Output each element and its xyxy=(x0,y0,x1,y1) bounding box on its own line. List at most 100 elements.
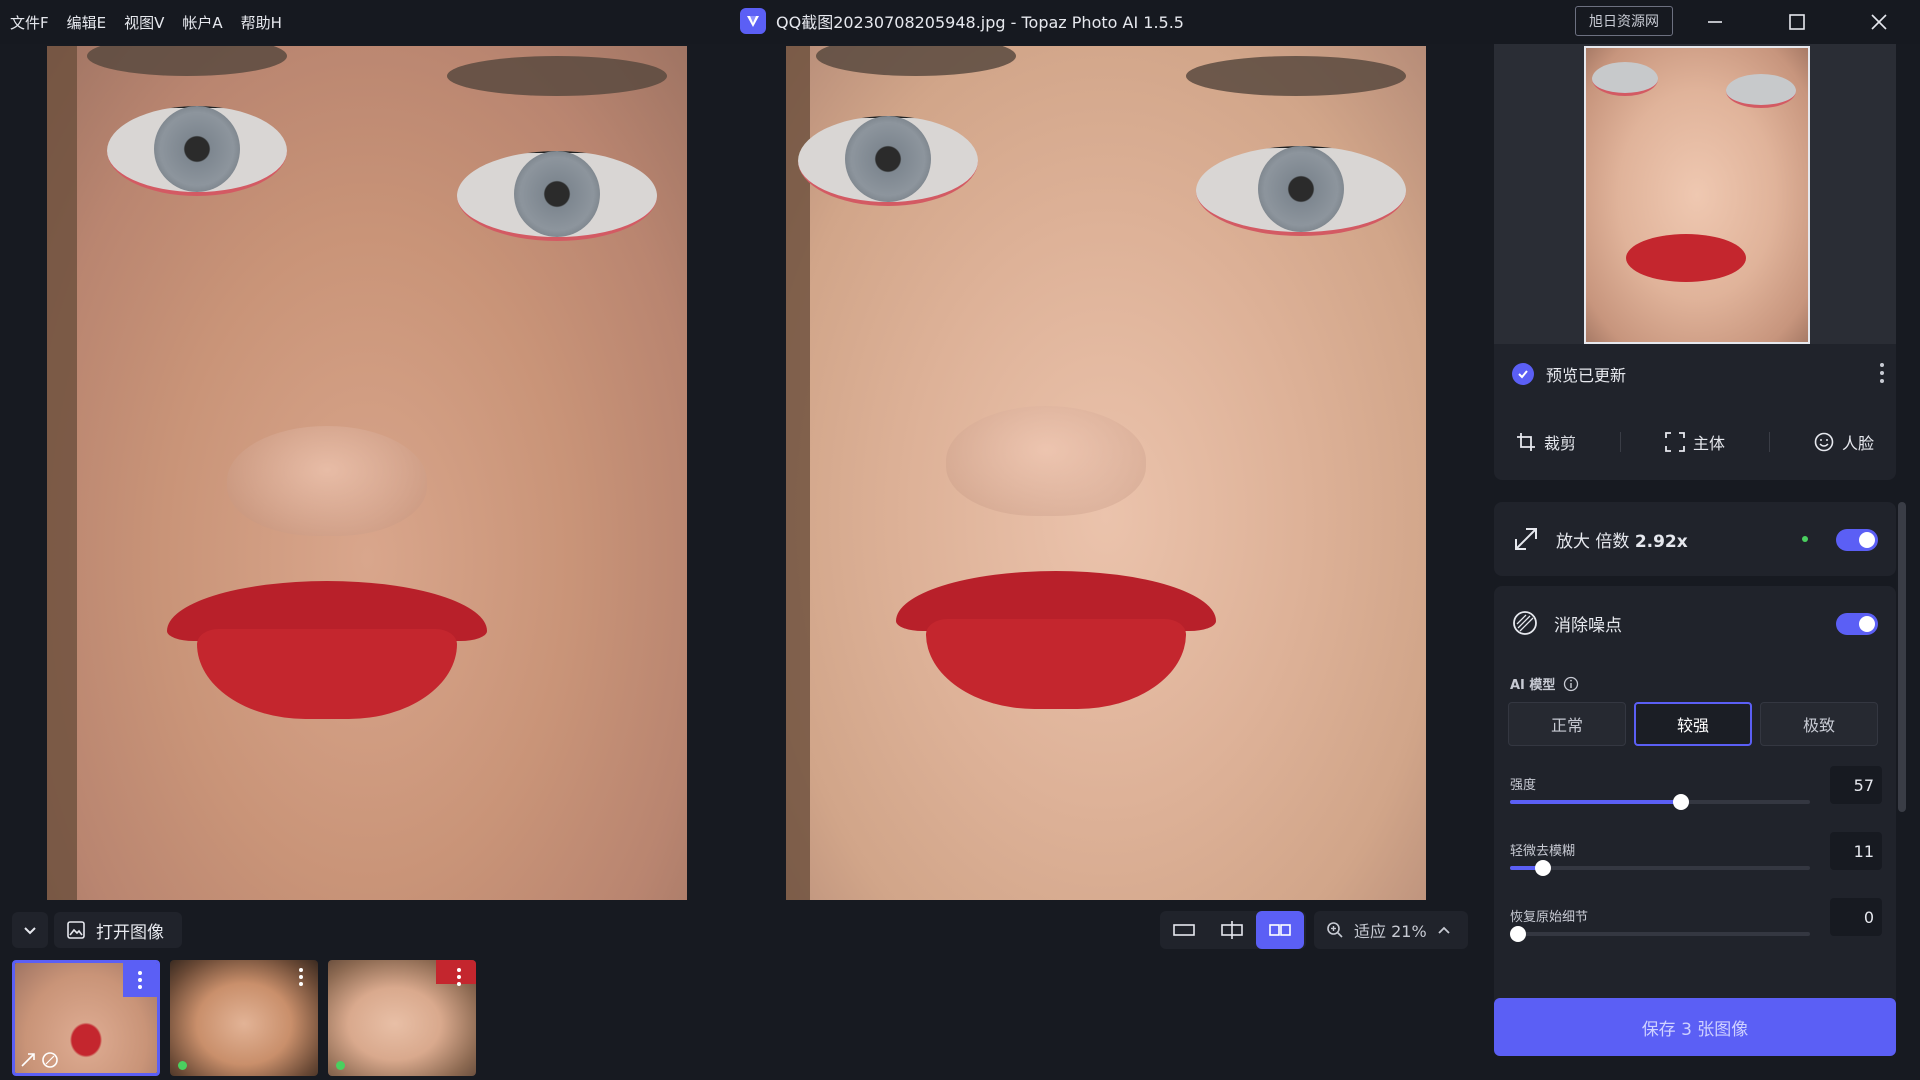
sidebar: 预览已更新 裁剪 主体 人脸 放大 倍数 2.92x 消除噪点 AI 模型 正常… xyxy=(1494,44,1896,1080)
more-vert-icon xyxy=(299,968,303,986)
deblur-slider[interactable] xyxy=(1510,860,1810,876)
save-images-button[interactable]: 保存 3 张图像 xyxy=(1494,998,1896,1056)
denoise-header[interactable]: 消除噪点 xyxy=(1494,586,1896,660)
preview-menu-button[interactable] xyxy=(1880,362,1884,388)
minimize-button[interactable] xyxy=(1674,0,1756,44)
thumbnail-item[interactable] xyxy=(170,960,318,1076)
subject-label: 主体 xyxy=(1692,434,1725,453)
zoom-label: 适应 21% xyxy=(1354,922,1427,941)
sidebar-scrollbar[interactable] xyxy=(1898,502,1906,812)
strength-slider-knob[interactable] xyxy=(1673,794,1689,810)
title-bar: 文件F 编辑E 视图V 帐户A 帮助H QQ截图20230708205948.j… xyxy=(0,0,1920,44)
ai-model-group: 正常 较强 极致 xyxy=(1508,702,1878,746)
status-dot xyxy=(336,1061,345,1070)
status-dot xyxy=(178,1061,187,1070)
menu-edit[interactable]: 编辑E xyxy=(67,12,106,33)
subject-icon xyxy=(1665,432,1685,452)
upscale-toggle[interactable] xyxy=(1836,529,1878,551)
thumbnail-menu-button[interactable] xyxy=(123,963,157,997)
denoise-icon xyxy=(42,1052,58,1068)
crop-label: 裁剪 xyxy=(1543,434,1576,453)
subject-button[interactable]: 主体 xyxy=(1665,430,1725,454)
menu-help[interactable]: 帮助H xyxy=(241,12,282,33)
menu-account[interactable]: 帐户A xyxy=(182,12,222,33)
denoise-label: 消除噪点 xyxy=(1554,615,1622,636)
upscale-value: 2.92x xyxy=(1634,531,1688,552)
strength-label: 强度 xyxy=(1510,778,1537,793)
close-button[interactable] xyxy=(1838,0,1920,44)
more-vert-icon xyxy=(457,968,461,986)
chevron-down-icon xyxy=(24,927,36,935)
more-vert-icon xyxy=(138,971,142,989)
upscale-icon xyxy=(21,1053,35,1067)
deblur-slider-knob[interactable] xyxy=(1535,860,1551,876)
watermark-badge: 旭日资源网 xyxy=(1575,6,1673,36)
crop-icon xyxy=(1516,433,1535,451)
more-vert-icon xyxy=(1880,363,1884,383)
collapse-thumbnails-button[interactable] xyxy=(12,912,48,948)
menu-view[interactable]: 视图V xyxy=(124,12,164,33)
info-icon[interactable] xyxy=(1563,676,1579,692)
face-label: 人脸 xyxy=(1841,434,1874,453)
denoise-card: 消除噪点 AI 模型 正常 较强 极致 强度 57 轻微去模糊 11 恢复原始细… xyxy=(1494,586,1896,1006)
menu-bar: 文件F 编辑E 视图V 帐户A 帮助H xyxy=(0,12,282,33)
window-title: QQ截图20230708205948.jpg - Topaz Photo AI … xyxy=(740,8,1184,34)
view-mode-group xyxy=(1160,911,1306,949)
model-strong-button[interactable]: 较强 xyxy=(1634,702,1752,746)
crop-button[interactable]: 裁剪 xyxy=(1516,430,1576,454)
strength-slider[interactable] xyxy=(1510,794,1810,810)
preview-status-row: 预览已更新 xyxy=(1494,344,1896,404)
single-view-icon xyxy=(1173,924,1195,936)
maximize-button[interactable] xyxy=(1756,0,1838,44)
thumbnail-item[interactable] xyxy=(12,960,160,1076)
deblur-slider-row: 轻微去模糊 11 xyxy=(1510,832,1882,894)
face-icon xyxy=(1814,432,1834,452)
side-by-side-icon xyxy=(1269,924,1291,936)
face-button[interactable]: 人脸 xyxy=(1814,430,1874,454)
split-view-button[interactable] xyxy=(1208,911,1256,949)
detail-slider[interactable] xyxy=(1510,926,1810,942)
app-logo-icon xyxy=(740,8,766,34)
upscale-card[interactable]: 放大 倍数 2.92x xyxy=(1494,502,1896,576)
enhanced-image[interactable] xyxy=(786,46,1426,900)
status-dot xyxy=(1802,536,1808,542)
minimize-icon xyxy=(1708,21,1722,23)
detail-slider-knob[interactable] xyxy=(1510,926,1526,942)
deblur-label: 轻微去模糊 xyxy=(1510,844,1576,859)
strength-value[interactable]: 57 xyxy=(1830,766,1882,804)
preview-thumbnail[interactable] xyxy=(1584,46,1810,344)
detail-value[interactable]: 0 xyxy=(1830,898,1882,936)
window-title-text: QQ截图20230708205948.jpg - Topaz Photo AI … xyxy=(776,13,1184,32)
open-image-label: 打开图像 xyxy=(96,922,164,943)
detail-label: 恢复原始细节 xyxy=(1510,910,1589,925)
thumbnail-menu-button[interactable] xyxy=(284,960,318,994)
zoom-icon xyxy=(1327,922,1343,938)
ai-model-label: AI 模型 xyxy=(1510,674,1579,693)
close-icon xyxy=(1871,14,1887,30)
single-view-button[interactable] xyxy=(1160,911,1208,949)
tools-row: 裁剪 主体 人脸 xyxy=(1494,404,1896,480)
upscale-label: 放大 倍数 2.92x xyxy=(1556,531,1688,552)
model-normal-button[interactable]: 正常 xyxy=(1508,702,1626,746)
deblur-value[interactable]: 11 xyxy=(1830,832,1882,870)
side-by-side-button[interactable] xyxy=(1256,911,1304,949)
image-icon xyxy=(67,921,85,939)
open-image-button[interactable]: 打开图像 xyxy=(54,912,182,948)
image-viewer[interactable] xyxy=(0,44,1468,900)
denoise-toggle[interactable] xyxy=(1836,613,1878,635)
upscale-icon xyxy=(1515,528,1537,550)
original-image[interactable] xyxy=(47,46,687,900)
menu-file[interactable]: 文件F xyxy=(10,12,49,33)
thumbnail-menu-button[interactable] xyxy=(442,960,476,994)
thumbnail-item[interactable] xyxy=(328,960,476,1076)
detail-slider-row: 恢复原始细节 0 xyxy=(1510,898,1882,960)
strength-slider-row: 强度 57 xyxy=(1510,766,1882,828)
chevron-up-icon[interactable] xyxy=(1437,923,1451,937)
split-view-icon xyxy=(1221,921,1243,939)
zoom-control[interactable]: 适应 21% xyxy=(1314,911,1468,949)
check-icon xyxy=(1512,363,1534,385)
maximize-icon xyxy=(1789,14,1805,30)
thumbnail-strip xyxy=(12,960,476,1076)
denoise-icon xyxy=(1513,611,1537,635)
model-extreme-button[interactable]: 极致 xyxy=(1760,702,1878,746)
